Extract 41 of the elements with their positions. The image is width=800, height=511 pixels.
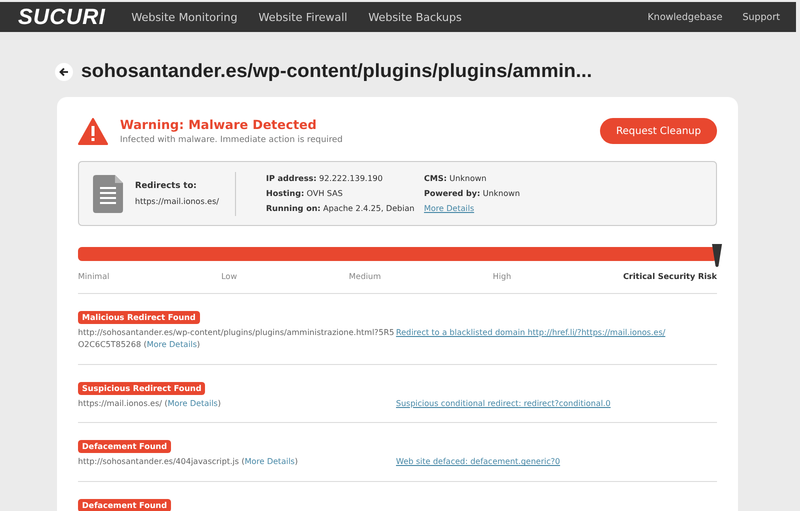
finding-badge: Defacement Found — [78, 440, 171, 454]
warning-icon — [78, 118, 108, 144]
infected-url: http://sohosantander.es/404javascript.js (More Details) — [78, 456, 299, 468]
nav-link[interactable]: Support — [742, 12, 780, 22]
info-field: IP address: 92.222.139.190 — [266, 174, 424, 183]
more-details-link[interactable]: More Details — [244, 457, 295, 466]
infected-url: https://mail.ionos.es/ (More Details) — [78, 398, 222, 410]
request-cleanup-button[interactable]: Request Cleanup — [600, 118, 717, 144]
info-field: CMS: Unknown — [424, 174, 582, 183]
malware-signature-link[interactable]: Suspicious conditional redirect: redirect?conditional.0 — [396, 398, 611, 410]
risk-marker-icon — [712, 244, 722, 268]
back-button[interactable] — [55, 62, 73, 80]
logo[interactable]: SUCURI — [18, 4, 106, 30]
info-field: Hosting: OVH SAS — [266, 189, 424, 198]
malware-signature-link[interactable]: Web site defaced: defacement.generic?0 — [396, 456, 560, 469]
info-field: Running on: Apache 2.4.25, Debian — [266, 204, 424, 213]
nav-link[interactable]: Knowledgebase — [648, 12, 722, 22]
nav-link[interactable]: Website Backups — [368, 10, 462, 24]
more-details-link[interactable]: More Details — [168, 398, 218, 408]
more-details-link[interactable]: More Details — [424, 204, 582, 213]
nav-link[interactable]: Website Firewall — [258, 10, 348, 24]
finding-badge: Suspicious Redirect Found — [78, 382, 206, 395]
nav-link[interactable]: Website Monitoring — [131, 10, 238, 24]
info-field: Powered by: Unknown — [424, 189, 582, 198]
redirect-url: https://mail.ionos.es/ — [135, 197, 220, 206]
back-arrow-icon[interactable] — [59, 66, 69, 76]
risk-level-label: High — [492, 272, 512, 281]
redirect-label: Redirects to: — [135, 181, 198, 191]
infected-url: http://sohosantander.es/wp-content/plugins/plugins/amministrazione.html?5R5O2C6C5T85268 (More Details) — [78, 327, 396, 352]
finding-badge: Defacement Found — [78, 498, 171, 511]
alert-title: Warning: Malware Detected — [120, 117, 318, 132]
document-icon — [93, 174, 123, 212]
risk-level-label: Critical Security Risk — [623, 272, 717, 281]
risk-level-label: Minimal — [78, 272, 110, 281]
risk-level-label: Low — [221, 272, 237, 281]
page-title: sohosantander.es/wp-content/plugins/plugins/ammin... — [81, 60, 592, 82]
alert-subtitle: Infected with malware. Immediate action is required — [120, 135, 343, 145]
risk-level-label: Medium — [348, 272, 381, 281]
more-details-link[interactable]: More Details — [146, 340, 197, 350]
finding-badge: Malicious Redirect Found — [78, 311, 200, 324]
malware-signature-link[interactable]: Redirect to a blacklisted domain http://href.li/?https://mail.ionos.es/ — [396, 327, 666, 352]
